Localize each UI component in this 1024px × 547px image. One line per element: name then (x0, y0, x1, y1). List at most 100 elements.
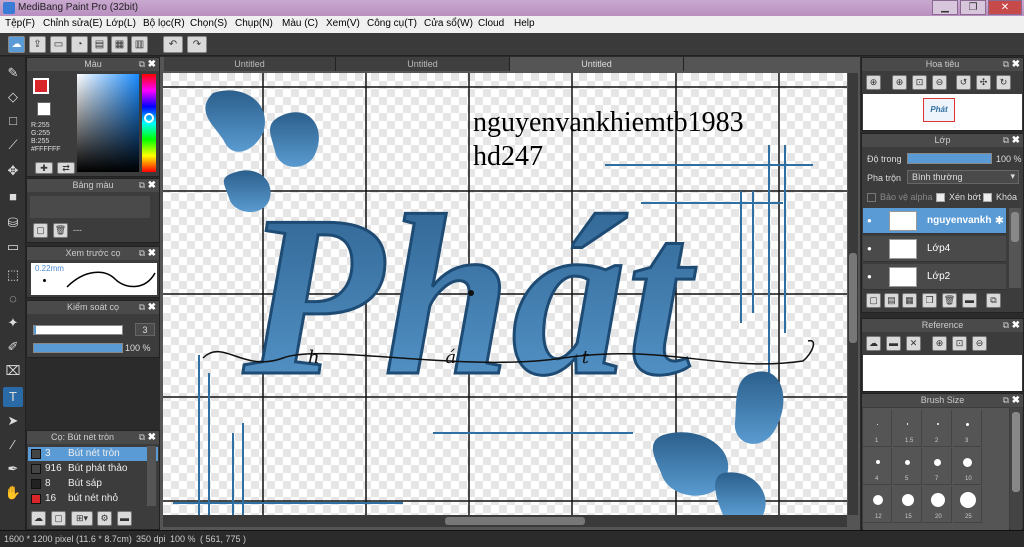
maximize-button[interactable]: ❐ (960, 0, 986, 15)
brush-size-cell[interactable]: 12 (863, 486, 892, 523)
rotate-left-icon[interactable]: ↺ (956, 75, 971, 90)
chat-icon[interactable]: ◔ (71, 36, 88, 53)
ref-cloud-icon[interactable]: ☁ (866, 336, 881, 351)
nav-zoom-fit-icon[interactable]: ⊕ (892, 75, 907, 90)
brush-tool-icon[interactable]: ✎ (3, 63, 23, 83)
menu-capture[interactable]: Chụp(N) (235, 18, 273, 29)
eye-icon[interactable]: ● (867, 244, 872, 253)
brush-size-slider[interactable] (33, 325, 123, 335)
panel-icon[interactable]: ▥ (131, 36, 148, 53)
gradient-tool-icon[interactable]: ▭ (3, 237, 23, 257)
menu-filter[interactable]: Bộ lọc(R) (143, 18, 185, 29)
menu-color[interactable]: Màu (C) (282, 18, 318, 29)
brush-size-cell[interactable]: 5 (893, 448, 922, 485)
ref-zoom-out-icon[interactable]: ⊖ (972, 336, 987, 351)
brush-item[interactable]: 3Bút nét tròn✱ (28, 447, 158, 461)
line-tool-icon[interactable]: ⟋ (3, 135, 23, 155)
menu-view[interactable]: Xem(V) (326, 18, 360, 29)
fill-rect-tool-icon[interactable]: ■ (3, 187, 23, 207)
brush-size-cell[interactable]: 4 (863, 448, 892, 485)
brush-size-cell[interactable]: 20 (923, 486, 952, 523)
hand-tool-icon[interactable]: ✋ (3, 483, 23, 503)
popout-icon[interactable]: ⧉ (1003, 394, 1009, 407)
eyedropper-icon[interactable]: ⁄ (3, 435, 23, 455)
menu-window[interactable]: Cửa sổ(W) (424, 18, 473, 29)
brush-settings-icon[interactable]: ⚙ (97, 511, 112, 526)
saturation-value-picker[interactable] (77, 74, 139, 172)
hue-handle[interactable] (144, 113, 154, 123)
brush-size-cell[interactable]: 1 (863, 410, 892, 447)
popout-icon[interactable]: ⧉ (139, 431, 145, 444)
brush-size-cell[interactable]: 2 (923, 410, 952, 447)
close-icon[interactable]: ✖ (148, 431, 156, 444)
gear-icon[interactable]: ✱ (995, 214, 1004, 227)
palette-swatches[interactable] (30, 196, 150, 218)
popout-icon[interactable]: ⧉ (1003, 58, 1009, 71)
operation-tool-icon[interactable]: ➤ (3, 411, 23, 431)
cloud-icon[interactable]: ☁ (8, 36, 25, 53)
close-icon[interactable]: ✖ (1012, 394, 1020, 407)
grid-icon[interactable]: ▦ (111, 36, 128, 53)
new-layer-8bit-icon[interactable]: ▤ (884, 293, 899, 308)
vertical-scrollbar[interactable] (848, 73, 858, 515)
delete-layer-icon[interactable]: 🗑 (942, 293, 957, 308)
close-button[interactable]: ✕ (988, 0, 1022, 15)
layer-opacity-slider[interactable] (907, 153, 992, 164)
brush-item[interactable]: 916 Bút phát thảo (28, 462, 158, 476)
duplicate-layer-icon[interactable]: ❐ (922, 293, 937, 308)
close-icon[interactable]: ✖ (1012, 58, 1020, 71)
close-icon[interactable]: ✖ (148, 247, 156, 260)
layer-row[interactable]: ● nguyenvankh ✱ (863, 208, 1006, 234)
menu-help[interactable]: Help (514, 18, 535, 29)
lock-checkbox[interactable] (983, 193, 992, 202)
brush-size-cell[interactable]: 10 (953, 448, 982, 485)
transform-handle[interactable] (468, 290, 474, 296)
undo-icon[interactable]: ↶ (163, 36, 183, 53)
menu-tools[interactable]: Công cụ(T) (367, 18, 417, 29)
menu-layer[interactable]: Lớp(L) (106, 18, 136, 29)
menu-file[interactable]: Tệp(F) (5, 18, 35, 29)
ref-close-icon[interactable]: ✕ (906, 336, 921, 351)
brush-item[interactable]: 16 bút nét nhỏ (28, 492, 158, 506)
close-icon[interactable]: ✖ (148, 58, 156, 71)
layer-scrollbar[interactable] (1009, 208, 1021, 288)
new-halftone-layer-icon[interactable]: ▦ (902, 293, 917, 308)
comment-icon[interactable]: ▭ (50, 36, 67, 53)
menu-edit[interactable]: Chỉnh sửa(E) (43, 18, 103, 29)
blend-mode-select[interactable]: Bình thường ▾ (907, 170, 1019, 184)
redo-icon[interactable]: ↷ (187, 36, 207, 53)
horizontal-scrollbar[interactable] (163, 515, 847, 527)
reset-rotation-icon[interactable]: ✣ (976, 75, 991, 90)
brush-size-cell[interactable]: 7 (923, 448, 952, 485)
secondary-color-swatch[interactable] (37, 102, 51, 116)
nav-zoom-in-icon[interactable]: ⊕ (866, 75, 881, 90)
menu-select[interactable]: Chọn(S) (190, 18, 227, 29)
layer-folder-icon[interactable]: ▬ (962, 293, 977, 308)
brush-size-value[interactable]: 3 (135, 323, 155, 336)
ref-zoom-in-icon[interactable]: ⊕ (932, 336, 947, 351)
protect-alpha-checkbox[interactable] (867, 193, 876, 202)
text-tool-icon[interactable]: T (3, 387, 23, 407)
menu-cloud[interactable]: Cloud (478, 18, 504, 29)
brush-opacity-slider[interactable] (33, 343, 123, 353)
layer-row[interactable]: ● Lớp4 (863, 236, 1006, 262)
eye-icon[interactable]: ● (867, 272, 872, 281)
brush-item[interactable]: 8 Bút sáp (28, 477, 158, 491)
nav-zoom-out-icon[interactable]: ⊖ (932, 75, 947, 90)
new-palette-icon[interactable]: ▢ (33, 223, 48, 238)
export-icon[interactable]: ⇪ (29, 36, 46, 53)
ref-fit-icon[interactable]: ⊡ (952, 336, 967, 351)
brush-add-menu-icon[interactable]: ⊞▾ (71, 511, 93, 526)
rectangle-tool-icon[interactable]: □ (3, 111, 23, 131)
close-icon[interactable]: ✖ (1012, 319, 1020, 332)
brush-size-cell[interactable]: 15 (893, 486, 922, 523)
eraser-tool-icon[interactable]: ◇ (3, 87, 23, 107)
bucket-tool-icon[interactable]: ⛁ (3, 213, 23, 233)
move-tool-icon[interactable]: ✥ (3, 161, 23, 181)
eye-icon[interactable]: ● (867, 216, 872, 225)
tab-untitled-3[interactable]: Untitled (510, 57, 684, 71)
close-icon[interactable]: ✖ (148, 301, 156, 314)
brush-size-scrollbar[interactable] (1010, 408, 1022, 530)
popout-icon[interactable]: ⧉ (139, 247, 145, 260)
nav-fit-icon[interactable]: ⊡ (912, 75, 927, 90)
